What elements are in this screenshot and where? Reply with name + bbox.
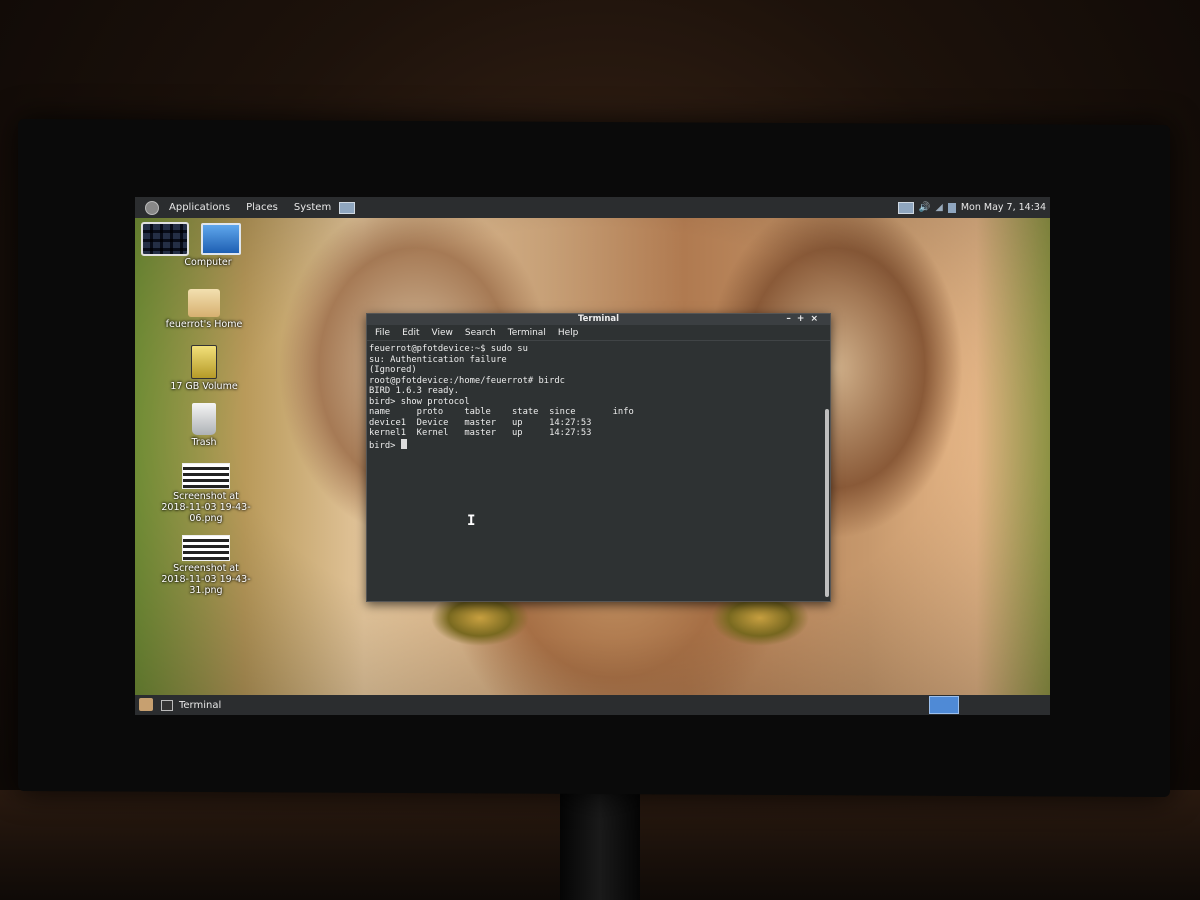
terminal-menubar: File Edit View Search Terminal Help	[367, 325, 830, 341]
terminal-prompt: bird>	[369, 440, 401, 451]
terminal-icon	[161, 699, 173, 711]
distro-logo-icon[interactable]	[145, 200, 159, 215]
system-tray: 🔊 ◢ Mon May 7, 14:34	[897, 197, 1046, 218]
terminal-line: bird> show protocol	[369, 396, 470, 407]
monitor-stand	[560, 790, 640, 900]
trash-icon	[192, 403, 216, 435]
menu-search[interactable]: Search	[465, 328, 496, 338]
terminal-line: su: Authentication failure	[369, 354, 507, 365]
home-folder-icon	[188, 289, 220, 317]
applications-menu[interactable]: Applications	[161, 202, 238, 213]
battery-icon[interactable]	[947, 202, 956, 213]
monitor-screen: Applications Places System 🔊 ◢ Mon May 7…	[135, 197, 1050, 715]
terminal-output[interactable]: feuerrot@pfotdevice:~$ sudo su su: Authen…	[367, 341, 822, 601]
terminal-line: root@pfotdevice:/home/feuerrot# birdc	[369, 375, 565, 386]
terminal-line: kernel1 Kernel master up 14:27:53	[369, 428, 592, 438]
terminal-line: BIRD 1.6.3 ready.	[369, 386, 460, 396]
menu-edit[interactable]: Edit	[402, 328, 419, 338]
system-menu[interactable]: System	[286, 202, 339, 213]
panel-clock[interactable]: Mon May 7, 14:34	[961, 202, 1046, 213]
text-cursor	[400, 438, 407, 449]
bottom-panel: Terminal	[135, 695, 1050, 715]
menu-view[interactable]: View	[432, 328, 453, 338]
terminal-titlebar[interactable]: Terminal –+×	[367, 314, 830, 325]
close-icon[interactable]: ×	[810, 314, 824, 324]
maximize-icon[interactable]: +	[797, 314, 811, 324]
top-panel: Applications Places System 🔊 ◢ Mon May 7…	[135, 197, 1050, 218]
mouse-ibeam-cursor: I	[467, 513, 476, 529]
menu-file[interactable]: File	[375, 328, 390, 338]
taskbar-terminal-button[interactable]: Terminal	[161, 697, 291, 713]
desktop-icon-volume[interactable]: 17 GB Volume	[161, 345, 247, 392]
desktop-icon-computer[interactable]: Computer	[165, 223, 251, 268]
network-monitor-icon[interactable]	[339, 201, 356, 214]
terminal-line: (Ignored)	[369, 365, 417, 375]
terminal-scrollbar[interactable]	[825, 409, 829, 597]
terminal-line: feuerrot@pfotdevice:~$ sudo su	[369, 344, 528, 354]
desktop-icon-screenshot-1[interactable]: Screenshot at 2018-11-03 19-43-06.png	[161, 463, 251, 524]
places-menu[interactable]: Places	[238, 202, 286, 213]
image-file-icon	[182, 535, 230, 561]
keyboard-layout-icon[interactable]	[897, 201, 914, 214]
signal-icon[interactable]: ◢	[936, 202, 943, 213]
terminal-line: name proto table state since info	[369, 407, 634, 417]
volume-icon[interactable]: 🔊	[919, 202, 931, 213]
desktop-icon-screenshot-2[interactable]: Screenshot at 2018-11-03 19-43-31.png	[161, 535, 251, 596]
computer-icon	[201, 223, 241, 255]
image-file-icon	[182, 463, 230, 489]
menu-help[interactable]: Help	[558, 328, 579, 338]
terminal-window[interactable]: Terminal –+× File Edit View Search Termi…	[366, 313, 831, 602]
terminal-line: device1 Device master up 14:27:53	[369, 417, 592, 428]
desktop-icon-home[interactable]: feuerrot's Home	[161, 289, 247, 330]
minimize-icon[interactable]: –	[786, 314, 797, 324]
show-desktop-icon[interactable]	[139, 698, 153, 711]
terminal-prompt-line: bird>	[369, 438, 820, 452]
menu-terminal[interactable]: Terminal	[508, 328, 546, 338]
drive-icon	[191, 345, 217, 379]
terminal-title: Terminal	[577, 314, 620, 324]
workspace-switcher[interactable]	[929, 696, 959, 714]
desktop-icon-trash[interactable]: Trash	[161, 403, 247, 448]
